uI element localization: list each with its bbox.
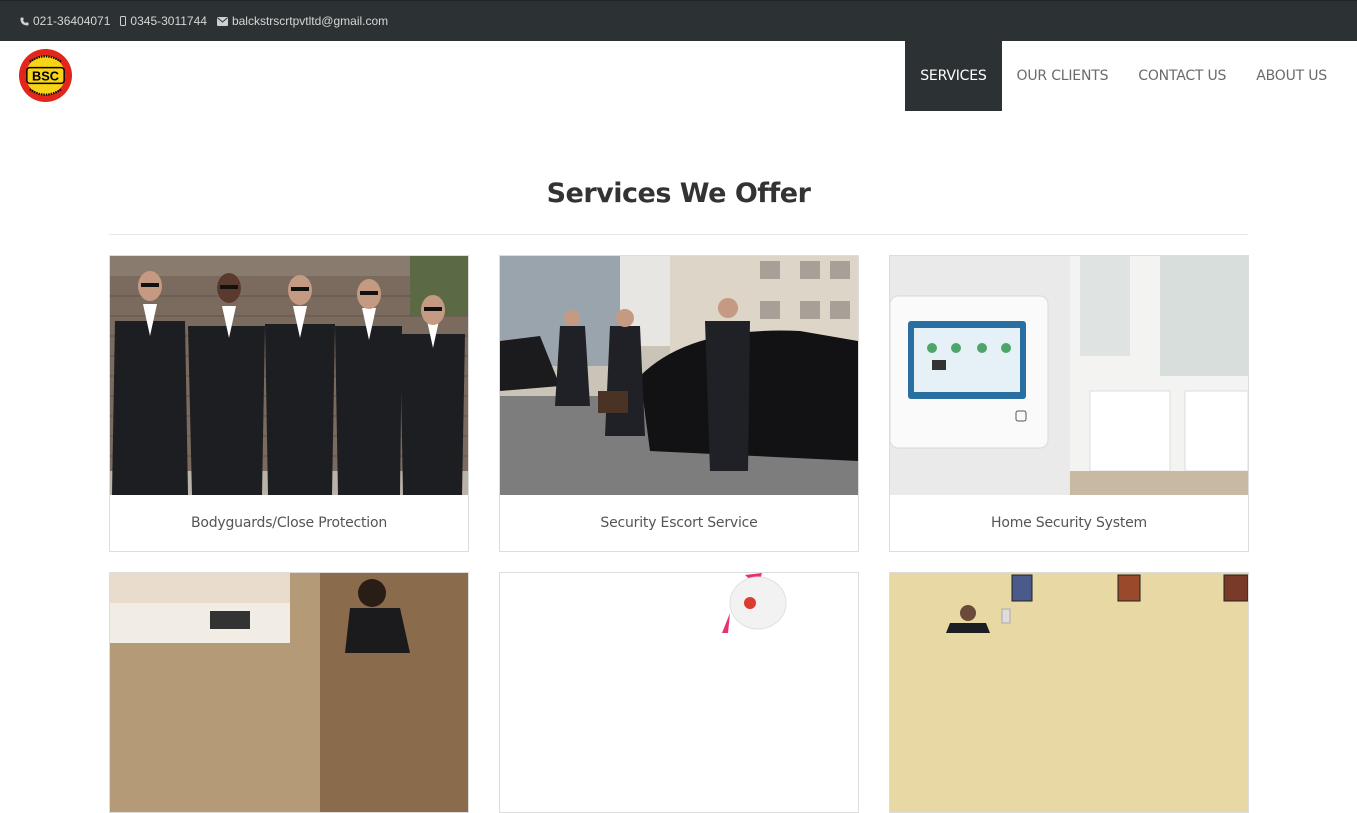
service-card-office[interactable] bbox=[889, 572, 1249, 813]
bsc-logo[interactable]: BSC bbox=[18, 48, 73, 103]
nav-services[interactable]: SERVICES bbox=[905, 41, 1002, 111]
service-card-home-security[interactable]: Home Security System bbox=[889, 255, 1249, 552]
phone-icon bbox=[20, 16, 29, 26]
escort-photo bbox=[500, 256, 858, 495]
section-divider bbox=[109, 234, 1248, 235]
phone-contact[interactable]: 021-36404071 bbox=[20, 14, 110, 28]
svg-text:BSC: BSC bbox=[32, 68, 59, 83]
office-guard-photo bbox=[890, 573, 1248, 812]
nav-about-us[interactable]: ABOUT US bbox=[1241, 41, 1342, 111]
nav-contact-us[interactable]: CONTACT US bbox=[1123, 41, 1241, 111]
main-nav: SERVICES OUR CLIENTS CONTACT US ABOUT US bbox=[905, 41, 1342, 111]
service-caption: Home Security System bbox=[991, 515, 1147, 531]
alarm-panel-photo bbox=[890, 256, 1248, 495]
top-contact-bar: 021-36404071 0345-3011744 balckstrscrtpv… bbox=[0, 0, 1357, 41]
service-card-reception[interactable] bbox=[109, 572, 469, 813]
service-caption: Security Escort Service bbox=[600, 515, 758, 531]
envelope-icon bbox=[216, 16, 228, 26]
nav-our-clients[interactable]: OUR CLIENTS bbox=[1002, 41, 1124, 111]
mobile-icon bbox=[120, 16, 127, 26]
email-text: balckstrscrtpvtltd@gmail.com bbox=[231, 14, 389, 28]
service-card-bodyguards[interactable]: Bodyguards/Close Protection bbox=[109, 255, 469, 552]
section-title: Services We Offer bbox=[546, 178, 811, 209]
site-header: BSC SERVICES OUR CLIENTS CONTACT US ABOU… bbox=[0, 41, 1357, 111]
phone-text: 021-36404071 bbox=[33, 14, 111, 28]
mobile-text: 0345-3011744 bbox=[130, 14, 207, 28]
service-card-escort[interactable]: Security Escort Service bbox=[499, 255, 859, 552]
service-card-camera[interactable] bbox=[499, 572, 859, 813]
email-contact[interactable]: balckstrscrtpvtltd@gmail.com bbox=[216, 14, 389, 28]
camera-photo bbox=[500, 573, 858, 812]
bodyguards-photo bbox=[110, 256, 468, 495]
mobile-contact[interactable]: 0345-3011744 bbox=[120, 14, 207, 28]
reception-guard-photo bbox=[110, 573, 468, 812]
service-caption: Bodyguards/Close Protection bbox=[190, 515, 388, 531]
